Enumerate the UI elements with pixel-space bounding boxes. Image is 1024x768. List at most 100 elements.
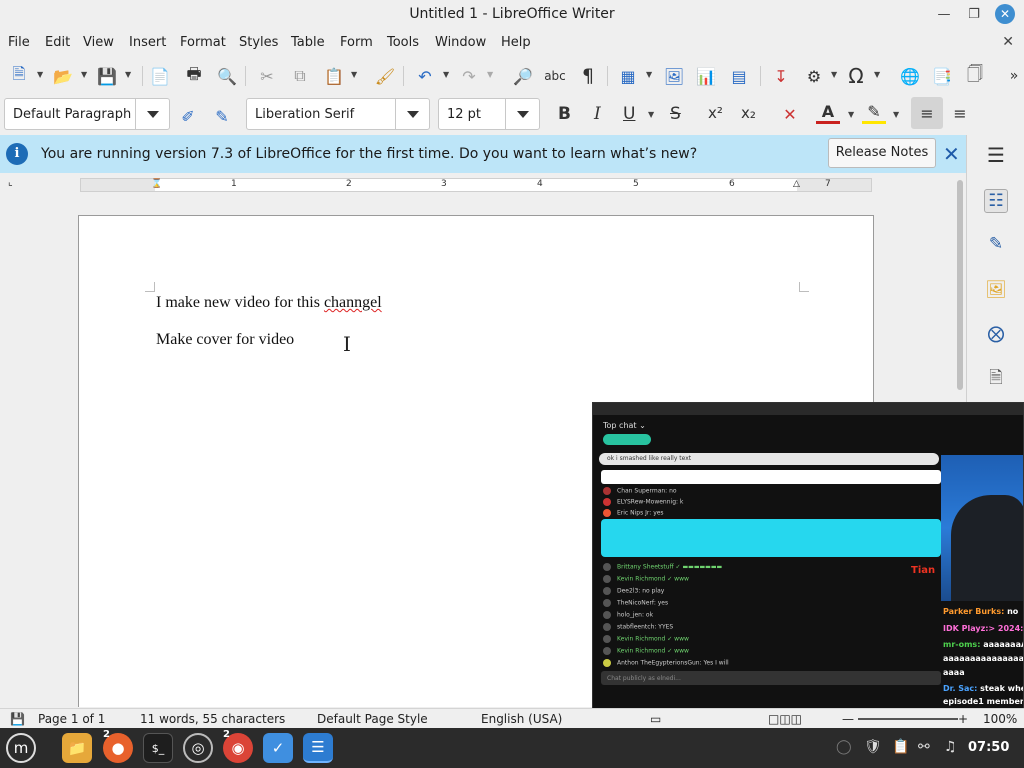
menu-format[interactable]: Format (180, 35, 226, 50)
styles-icon[interactable]: ✎ (984, 232, 1008, 256)
cut-icon[interactable]: ✂ (255, 64, 279, 88)
tray-status-icon[interactable]: ◯ (836, 739, 852, 755)
paragraph-2[interactable]: Make cover for video (156, 331, 294, 349)
new-style-icon[interactable]: ✎ (210, 104, 234, 128)
shield-icon[interactable]: 🛡 (864, 739, 882, 755)
menu-window[interactable]: Window (435, 35, 486, 50)
view-layout-icon[interactable]: □◫◫ (768, 712, 802, 726)
paste-icon[interactable]: 📋 (322, 64, 346, 88)
insert-field-icon[interactable]: ⚙ (802, 64, 826, 88)
redo-dropdown-arrow-icon[interactable]: ▼ (487, 70, 493, 79)
chevron-down-icon[interactable] (505, 99, 539, 129)
right-indent-marker-icon[interactable]: △ (793, 179, 800, 189)
bold-button[interactable]: B (558, 104, 571, 124)
vertical-scrollbar[interactable] (957, 180, 963, 390)
chevron-down-icon[interactable] (135, 99, 169, 129)
chat-input[interactable]: Chat publicly as elnedi... (601, 671, 941, 685)
align-center-icon[interactable]: ≡ (948, 101, 972, 125)
writer-icon[interactable]: ☰ (303, 733, 333, 763)
paste-dropdown-arrow-icon[interactable]: ▼ (351, 70, 357, 79)
file-manager-icon[interactable]: 📁 (62, 733, 92, 763)
zoom-in-icon[interactable]: + (958, 712, 968, 726)
new-document-icon[interactable]: 🗎 (7, 64, 31, 88)
clear-formatting-icon[interactable]: ✕ (778, 102, 802, 126)
special-character-icon[interactable]: Ω (844, 64, 868, 88)
zoom-slider[interactable] (858, 718, 958, 720)
text-editor-icon[interactable]: ✓ (263, 733, 293, 763)
minimize-icon[interactable]: — (934, 6, 954, 24)
more-options-icon[interactable]: » (1002, 64, 1024, 88)
release-notes-button[interactable]: Release Notes (828, 138, 936, 168)
menu-table[interactable]: Table (291, 35, 325, 50)
paragraph-style-select[interactable]: Default Paragraph (4, 98, 170, 130)
print-icon[interactable]: 🖶 (182, 64, 206, 88)
obs-icon[interactable]: ◎ (183, 733, 213, 763)
open-folder-icon[interactable]: 📂 (51, 64, 75, 88)
font-color-icon[interactable]: A (816, 102, 840, 124)
field-dropdown-arrow-icon[interactable]: ▼ (831, 70, 837, 79)
undo-dropdown-arrow-icon[interactable]: ▼ (443, 70, 449, 79)
save-dropdown-arrow-icon[interactable]: ▼ (125, 70, 131, 79)
spelling-icon[interactable]: abc (543, 64, 567, 88)
font-size-select[interactable]: 12 pt (438, 98, 540, 130)
underline-button[interactable]: U (623, 104, 635, 124)
word-count[interactable]: 11 words, 55 characters (140, 712, 285, 726)
formatting-marks-icon[interactable]: ¶ (576, 64, 600, 88)
menu-insert[interactable]: Insert (129, 35, 166, 50)
insert-page-break-icon[interactable]: ↧ (769, 64, 793, 88)
close-icon[interactable]: ✕ (995, 4, 1015, 24)
open-dropdown-arrow-icon[interactable]: ▼ (81, 70, 87, 79)
sound-icon[interactable]: ♫ (944, 739, 957, 755)
print-preview-icon[interactable]: 🔍 (215, 64, 239, 88)
page-count[interactable]: Page 1 of 1 (38, 712, 105, 726)
language[interactable]: English (USA) (481, 712, 562, 726)
insert-comment-icon[interactable]: 🗍 (963, 64, 987, 88)
clock[interactable]: 07:50 (968, 740, 1009, 755)
insert-chart-icon[interactable]: 📊 (694, 64, 718, 88)
font-name-select[interactable]: Liberation Serif (246, 98, 430, 130)
paragraph-1[interactable]: I make new video for this channgel (156, 294, 382, 312)
menu-styles[interactable]: Styles (239, 35, 278, 50)
copy-icon[interactable]: ⧉ (288, 64, 312, 88)
find-replace-icon[interactable]: 🔎 (511, 64, 535, 88)
superscript-button[interactable]: x² (708, 104, 723, 122)
properties-icon[interactable]: ☷ (984, 189, 1008, 213)
highlight-color-icon[interactable]: ✎ (862, 102, 886, 124)
zoom-out-icon[interactable]: — (842, 712, 854, 726)
video-feed[interactable] (941, 455, 1023, 601)
menu-view[interactable]: View (83, 35, 114, 50)
menu-file[interactable]: File (8, 35, 30, 50)
menu-tools[interactable]: Tools (387, 35, 419, 50)
clone-formatting-icon[interactable]: 🖌 (373, 64, 397, 88)
special-char-dropdown-arrow-icon[interactable]: ▼ (874, 70, 880, 79)
insert-image-icon[interactable]: 🖼 (662, 64, 686, 88)
chevron-down-icon[interactable] (395, 99, 429, 129)
clipboard-icon[interactable]: 📋 (892, 739, 909, 755)
table-dropdown-arrow-icon[interactable]: ▼ (646, 70, 652, 79)
hamburger-menu-icon[interactable]: ☰ (984, 143, 1008, 167)
strikethrough-button[interactable]: S (670, 104, 681, 124)
misspelled-word[interactable]: channgel (324, 294, 382, 311)
page-style[interactable]: Default Page Style (317, 712, 428, 726)
update-style-icon[interactable]: ✐ (176, 104, 200, 128)
ruler-bar[interactable]: 1 2 3 4 5 6 7 ⌛ △ (80, 178, 872, 192)
export-pdf-icon[interactable]: 📄 (148, 64, 172, 88)
chat-title[interactable]: Top chat ⌄ (603, 421, 646, 430)
mint-menu-icon[interactable]: m (6, 733, 36, 763)
new-dropdown-arrow-icon[interactable]: ▼ (37, 70, 43, 79)
menu-form[interactable]: Form (340, 35, 373, 50)
font-color-dropdown-arrow-icon[interactable]: ▼ (848, 110, 854, 119)
undo-icon[interactable]: ↶ (413, 64, 437, 88)
align-left-icon[interactable]: ≡ (915, 101, 939, 125)
navigator-icon[interactable]: ⨂ (984, 322, 1008, 346)
menu-help[interactable]: Help (501, 35, 531, 50)
underline-dropdown-arrow-icon[interactable]: ▼ (648, 110, 654, 119)
indent-marker-icon[interactable]: ⌛ (151, 179, 162, 189)
insert-hyperlink-icon[interactable]: 🌐 (898, 64, 922, 88)
restore-icon[interactable]: ❐ (964, 6, 984, 24)
save-icon[interactable]: 💾 (95, 64, 119, 88)
redo-icon[interactable]: ↷ (457, 64, 481, 88)
insert-table-icon[interactable]: ▦ (616, 64, 640, 88)
menu-edit[interactable]: Edit (45, 35, 70, 50)
video-overlay-window[interactable]: Top chat ⌄ ok i smashed like really text… (592, 402, 1024, 710)
